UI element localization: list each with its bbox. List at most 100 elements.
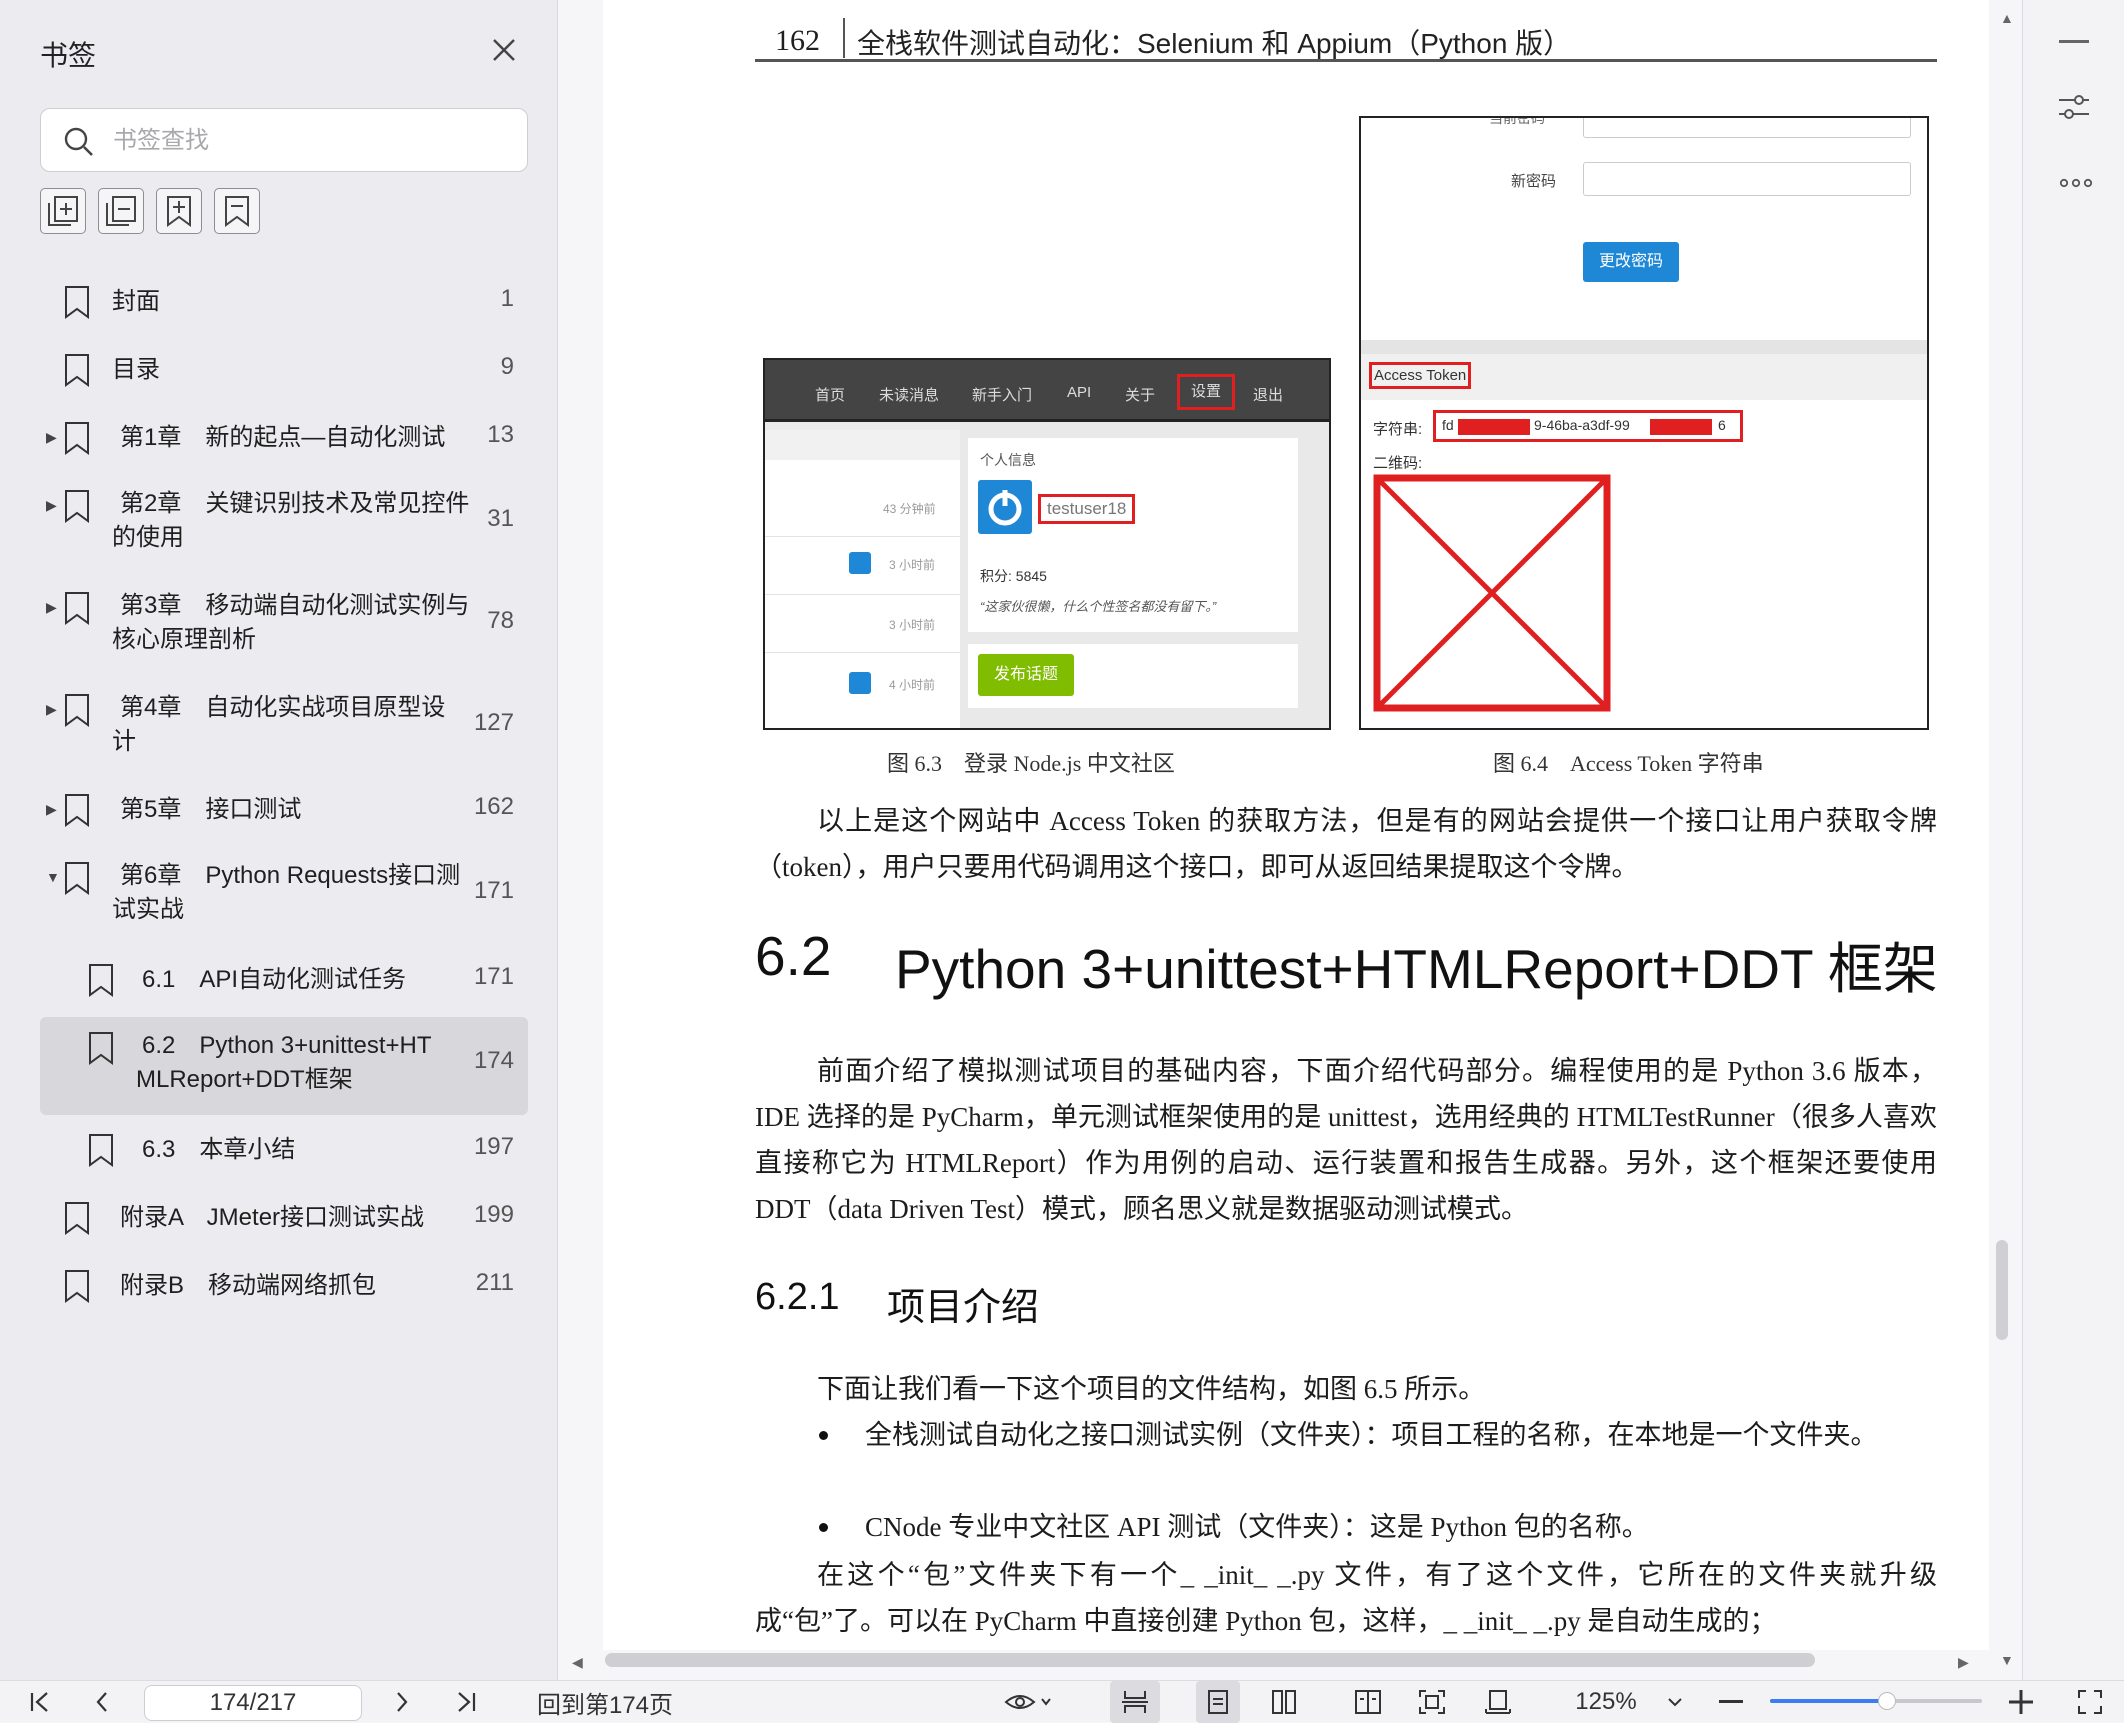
vertical-scroll-thumb[interactable] bbox=[1996, 1240, 2008, 1340]
site-nav-bar: 首页 未读消息 新手入门 API 关于 设置 退出 bbox=[765, 360, 1329, 422]
token-string-box: fd 9-46ba-a3df-99 6 bbox=[1433, 410, 1743, 442]
last-page-icon[interactable] bbox=[448, 1681, 484, 1723]
fullscreen-icon[interactable] bbox=[2070, 1681, 2110, 1723]
horizontal-scroll-thumb[interactable] bbox=[605, 1653, 1815, 1667]
zoom-slider[interactable] bbox=[1770, 1692, 1982, 1710]
token-string-label: 字符串: bbox=[1373, 421, 1423, 438]
new-password-field bbox=[1583, 162, 1911, 196]
bookmark-item[interactable]: 封面 1 bbox=[40, 277, 528, 327]
nav-item: 首页 bbox=[815, 387, 846, 404]
search-input[interactable] bbox=[113, 121, 513, 161]
scroll-up-icon[interactable]: ▲ bbox=[2000, 10, 2014, 26]
redaction bbox=[1458, 419, 1530, 435]
topic-time: 43 分钟前 bbox=[883, 502, 936, 516]
expand-arrow-icon[interactable]: ▶ bbox=[46, 801, 57, 818]
fit-page-icon[interactable] bbox=[1410, 1681, 1454, 1723]
nav-item: 退出 bbox=[1253, 387, 1284, 404]
bookmark-icon bbox=[89, 964, 113, 997]
chevron-down-icon[interactable] bbox=[1660, 1681, 1690, 1723]
expand-arrow-icon[interactable]: ▶ bbox=[46, 599, 57, 616]
current-password-field bbox=[1583, 118, 1911, 138]
page-number-input[interactable] bbox=[144, 1685, 362, 1721]
zoom-level[interactable]: 125% bbox=[1566, 1681, 1646, 1723]
bookmark-item[interactable]: 6.3 本章小结 197 bbox=[40, 1125, 528, 1175]
bookmark-item[interactable]: 附录A JMeter接口测试实战 199 bbox=[40, 1193, 528, 1243]
power-icon bbox=[849, 672, 871, 694]
view-mode-eye-icon[interactable] bbox=[998, 1681, 1058, 1723]
bookmark-icon bbox=[65, 1270, 89, 1303]
bookmark-page: 127 bbox=[473, 709, 514, 736]
expand-arrow-icon[interactable]: ▶ bbox=[46, 497, 57, 514]
nav-item: 关于 bbox=[1125, 387, 1156, 404]
settings-sliders-icon[interactable] bbox=[2057, 90, 2091, 124]
goto-page-link[interactable]: 回到第174页 bbox=[530, 1681, 680, 1723]
zoom-slider-knob[interactable] bbox=[1877, 1692, 1896, 1710]
single-page-icon[interactable] bbox=[1196, 1681, 1240, 1723]
expand-arrow-icon[interactable]: ▶ bbox=[46, 429, 57, 446]
bookmark-page: 199 bbox=[473, 1201, 514, 1228]
bullet-item: 全栈测试自动化之接口测试实例（文件夹）：项目工程的名称，在本地是一个文件夹。 bbox=[755, 1412, 1937, 1458]
bookmark-item[interactable]: 附录B 移动端网络抓包 211 bbox=[40, 1261, 528, 1311]
more-icon[interactable] bbox=[2059, 176, 2093, 188]
bookmark-label-line2: 的使用 bbox=[112, 524, 184, 551]
qr-code-placeholder bbox=[1373, 474, 1611, 712]
figure-6-3: 首页 未读消息 新手入门 API 关于 设置 退出 43 分钟前 3 小时前 3… bbox=[763, 358, 1331, 730]
bookmark-item[interactable]: ▶ 第5章 接口测试 162 bbox=[40, 785, 528, 835]
bookmark-label-line2: 试实战 bbox=[112, 896, 184, 923]
signature: “这家伙很懒，什么个性签名都没有留下。” bbox=[980, 599, 1217, 614]
figure-caption: 图 6.3 登录 Node.js 中文社区 bbox=[887, 751, 1175, 776]
scroll-left-icon[interactable]: ◀ bbox=[572, 1654, 583, 1671]
bookmark-label: 6.2 Python 3+unittest+HT bbox=[142, 1032, 432, 1059]
zoom-in-icon[interactable] bbox=[2004, 1681, 2038, 1723]
token-suffix: 6 bbox=[1718, 417, 1726, 433]
bookmark-search[interactable] bbox=[40, 108, 528, 172]
vertical-scrollbar[interactable]: ▲ ▼ bbox=[1990, 0, 2024, 1680]
minimize-icon[interactable] bbox=[2059, 40, 2089, 43]
continuous-scroll-icon[interactable] bbox=[1110, 1681, 1160, 1723]
bookmark-item-selected[interactable]: 6.2 Python 3+unittest+HT MLReport+DDT框架 … bbox=[40, 1017, 528, 1115]
bookmark-label: 附录B 移动端网络抓包 bbox=[120, 1272, 377, 1299]
book-view-icon[interactable] bbox=[1346, 1681, 1390, 1723]
fit-width-icon[interactable] bbox=[1476, 1681, 1520, 1723]
expand-arrow-icon[interactable]: ▶ bbox=[46, 701, 57, 718]
collapse-all-icon[interactable] bbox=[98, 188, 144, 234]
subsection-title: 项目介绍 bbox=[887, 1287, 1040, 1329]
token-middle: 9-46ba-a3df-99 bbox=[1534, 417, 1630, 433]
bookmark-label-line2: 核心原理剖析 bbox=[112, 626, 256, 653]
subsection-heading: 6.2.1 项目介绍 bbox=[755, 1276, 1355, 1329]
bookmark-icon[interactable] bbox=[214, 188, 260, 234]
nav-item-settings: 设置 bbox=[1177, 374, 1235, 410]
bookmark-icon bbox=[89, 1032, 113, 1065]
first-page-icon[interactable] bbox=[22, 1681, 58, 1723]
bookmark-item[interactable]: 目录 9 bbox=[40, 345, 528, 395]
bookmark-page: 13 bbox=[487, 421, 514, 448]
bookmark-item[interactable]: ▶ 第3章 移动端自动化测试实例与 核心原理剖析 78 bbox=[40, 583, 528, 667]
bookmark-item[interactable]: 6.1 API自动化测试任务 171 bbox=[40, 955, 528, 1005]
bookmark-label: 封面 bbox=[112, 288, 160, 315]
zoom-out-icon[interactable] bbox=[1714, 1681, 1748, 1723]
add-bookmark-icon[interactable] bbox=[156, 188, 202, 234]
collapse-arrow-icon[interactable]: ▼ bbox=[46, 869, 60, 885]
prev-page-icon[interactable] bbox=[84, 1681, 120, 1723]
bookmark-icon bbox=[65, 490, 89, 523]
bookmark-label: 目录 bbox=[112, 356, 160, 383]
scroll-right-icon[interactable]: ▶ bbox=[1958, 1654, 1969, 1671]
close-icon[interactable] bbox=[490, 36, 518, 64]
scroll-down-icon[interactable]: ▼ bbox=[2000, 1652, 2014, 1668]
bookmark-icon bbox=[65, 286, 89, 319]
nav-item: API bbox=[1067, 384, 1092, 401]
next-page-icon[interactable] bbox=[384, 1681, 420, 1723]
bookmark-item[interactable]: ▼ 第6章 Python Requests接口测 试实战 171 bbox=[40, 853, 528, 937]
bookmark-page: 1 bbox=[500, 285, 514, 312]
two-page-icon[interactable] bbox=[1262, 1681, 1306, 1723]
bookmark-item[interactable]: ▶ 第2章 关键识别技术及常见控件 的使用 31 bbox=[40, 481, 528, 565]
bookmark-page: 174 bbox=[473, 1047, 514, 1074]
bullet-item: CNode 专业中文社区 API 测试（文件夹）：这是 Python 包的名称。 bbox=[755, 1504, 1937, 1550]
bookmark-item[interactable]: ▶ 第1章 新的起点—自动化测试 13 bbox=[40, 413, 528, 463]
bookmark-item[interactable]: ▶ 第4章 自动化实战项目原型设 计 127 bbox=[40, 685, 528, 769]
section-heading: 6.2 Python 3+unittest+HTMLReport+DDT 框架 bbox=[755, 924, 1955, 1000]
paragraph: 在这个“包”文件夹下有一个_ _init_ _.py 文件，有了这个文件，它所在… bbox=[755, 1560, 1937, 1636]
bookmark-label-line2: MLReport+DDT框架 bbox=[136, 1066, 353, 1093]
bookmark-icon bbox=[65, 694, 89, 727]
expand-all-icon[interactable] bbox=[40, 188, 86, 234]
